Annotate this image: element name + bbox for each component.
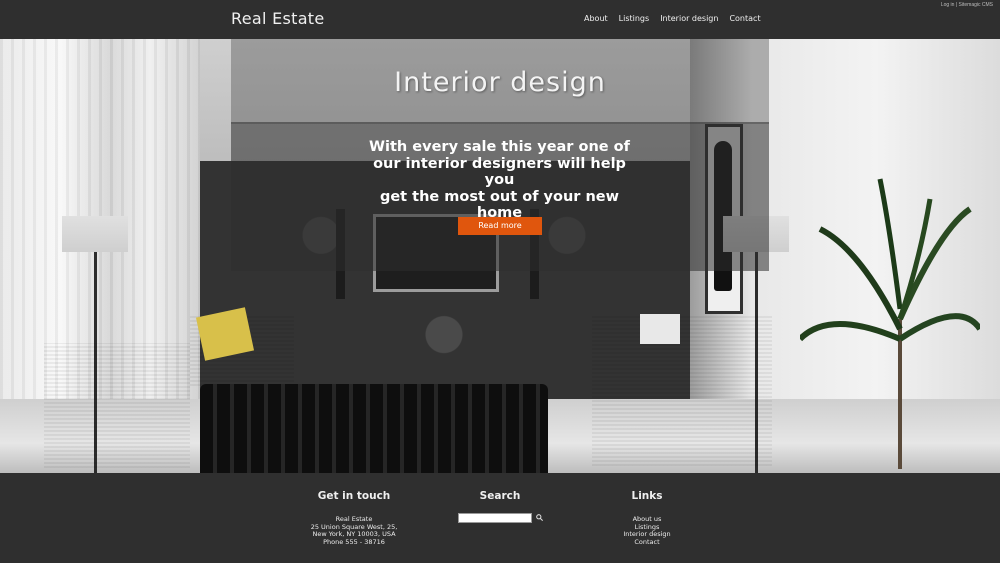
footer-contact-heading: Get in touch bbox=[317, 490, 391, 502]
footer-contact: Get in touch Real Estate 25 Union Square… bbox=[274, 473, 434, 546]
footer-links: Links About us Listings Interior design … bbox=[567, 473, 727, 546]
search-input[interactable] bbox=[457, 513, 532, 523]
hero-subtitle-line: our interior designers will help you bbox=[373, 155, 626, 189]
main-nav: About Listings Interior design Contact bbox=[584, 14, 761, 23]
hero-armchair bbox=[200, 384, 548, 473]
nav-about[interactable]: About bbox=[584, 14, 608, 23]
footer-link-contact[interactable]: Contact bbox=[567, 538, 727, 547]
hero-lamp-left bbox=[62, 216, 128, 252]
site-footer: Get in touch Real Estate 25 Union Square… bbox=[0, 473, 1000, 563]
magnifier-icon[interactable] bbox=[535, 513, 543, 523]
site-header: Real Estate Log in | Sitemagic CMS About… bbox=[0, 0, 1000, 39]
footer-link-list: About us Listings Interior design Contac… bbox=[567, 515, 727, 547]
hero-sofa-right bbox=[592, 316, 772, 466]
hero-plant bbox=[800, 178, 980, 469]
footer-address: Real Estate 25 Union Square West, 25, Ne… bbox=[274, 515, 434, 546]
footer-links-heading: Links bbox=[631, 490, 663, 502]
hero-title: Interior design bbox=[394, 67, 606, 98]
site-brand[interactable]: Real Estate bbox=[231, 9, 325, 28]
nav-contact[interactable]: Contact bbox=[729, 14, 760, 23]
admin-links: Log in | Sitemagic CMS bbox=[941, 2, 993, 8]
hero-banner: Interior design With every sale this yea… bbox=[0, 39, 1000, 473]
footer-search-heading: Search bbox=[479, 490, 521, 502]
search-form bbox=[420, 513, 580, 523]
read-more-button[interactable]: Read more bbox=[458, 217, 542, 235]
hero-subtitle-line: With every sale this year one of bbox=[369, 139, 630, 155]
hero-sofa-left bbox=[44, 343, 190, 468]
cms-link[interactable]: Sitemagic CMS bbox=[959, 2, 993, 8]
login-link[interactable]: Log in bbox=[941, 2, 955, 8]
nav-interior-design[interactable]: Interior design bbox=[660, 14, 718, 23]
hero-pillow-right bbox=[640, 314, 680, 344]
link-separator: | bbox=[955, 2, 958, 8]
address-line: Phone 555 - 38716 bbox=[323, 537, 385, 546]
nav-listings[interactable]: Listings bbox=[619, 14, 650, 23]
hero-subtitle: With every sale this year one of our int… bbox=[362, 139, 637, 222]
footer-search: Search bbox=[420, 473, 580, 523]
